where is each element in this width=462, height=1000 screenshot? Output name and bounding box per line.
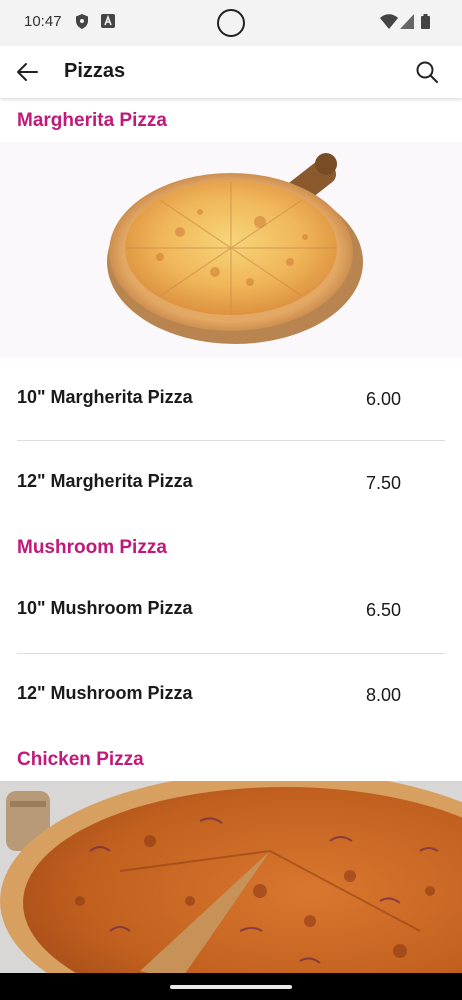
- signal-icon: [400, 14, 414, 34]
- margherita-pizza-photo: [0, 142, 462, 358]
- status-time: 10:47: [24, 13, 62, 30]
- divider: [17, 440, 445, 441]
- arrow-left-icon: [14, 63, 42, 90]
- a-box-icon: [101, 14, 115, 33]
- battery-icon: [421, 14, 430, 34]
- menu-item-row[interactable]: 12" Mushroom Pizza 8.00: [0, 660, 462, 730]
- app-bar: Pizzas: [0, 46, 462, 98]
- search-icon: [414, 61, 440, 89]
- menu-item-row[interactable]: 10" Margherita Pizza 6.00: [0, 363, 462, 433]
- page-title: Pizzas: [64, 60, 126, 82]
- status-bar: 10:47: [0, 0, 462, 46]
- item-name: 10" Mushroom Pizza: [17, 598, 193, 618]
- camera-cutout: [217, 9, 245, 37]
- chicken-pizza-photo: [0, 781, 462, 973]
- search-button[interactable]: [414, 59, 440, 85]
- section-title-margherita: Margherita Pizza: [17, 110, 167, 131]
- item-price: 6.00: [366, 389, 402, 409]
- system-nav-bar: [0, 973, 462, 1000]
- wifi-icon: [380, 14, 398, 34]
- item-price: 8.00: [366, 685, 402, 705]
- item-price: 7.50: [366, 473, 402, 493]
- menu-list[interactable]: Margherita Pizza 10" Margherita Pizza 6.…: [0, 98, 462, 973]
- menu-item-row[interactable]: 12" Margherita Pizza 7.50: [0, 448, 462, 518]
- home-indicator[interactable]: [170, 985, 292, 989]
- item-name: 12" Mushroom Pizza: [17, 683, 193, 703]
- divider: [17, 653, 445, 654]
- menu-item-row[interactable]: 10" Mushroom Pizza 6.50: [0, 575, 462, 645]
- section-title-chicken: Chicken Pizza: [17, 749, 144, 770]
- back-button[interactable]: [14, 58, 42, 86]
- section-title-mushroom: Mushroom Pizza: [17, 537, 167, 558]
- item-name: 10" Margherita Pizza: [17, 387, 193, 407]
- item-name: 12" Margherita Pizza: [17, 471, 193, 491]
- item-price: 6.50: [366, 600, 402, 620]
- shield-icon: [76, 14, 88, 34]
